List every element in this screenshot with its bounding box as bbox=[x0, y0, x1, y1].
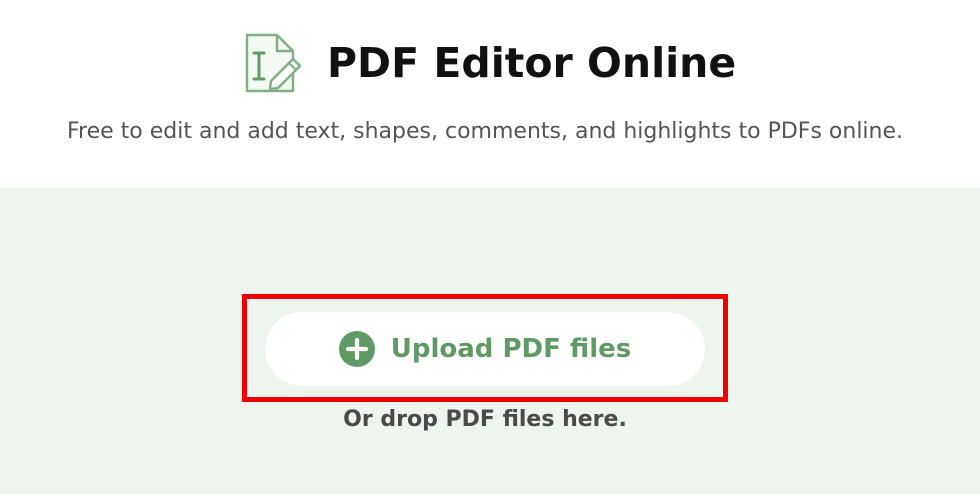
pdf-editor-page: PDF Editor Online Free to edit and add t… bbox=[0, 0, 980, 494]
page-subtitle: Free to edit and add text, shapes, comme… bbox=[66, 119, 904, 144]
title-row: PDF Editor Online bbox=[243, 30, 736, 96]
page-title: PDF Editor Online bbox=[327, 39, 737, 87]
page-header: PDF Editor Online Free to edit and add t… bbox=[0, 0, 980, 188]
pdf-edit-document-icon bbox=[245, 33, 302, 93]
upload-pdf-button[interactable]: Upload PDF files bbox=[265, 312, 705, 386]
drop-hint-text: Or drop PDF files here. bbox=[343, 407, 627, 432]
upload-button-label: Upload PDF files bbox=[390, 334, 632, 364]
plus-circle-icon bbox=[338, 331, 375, 367]
